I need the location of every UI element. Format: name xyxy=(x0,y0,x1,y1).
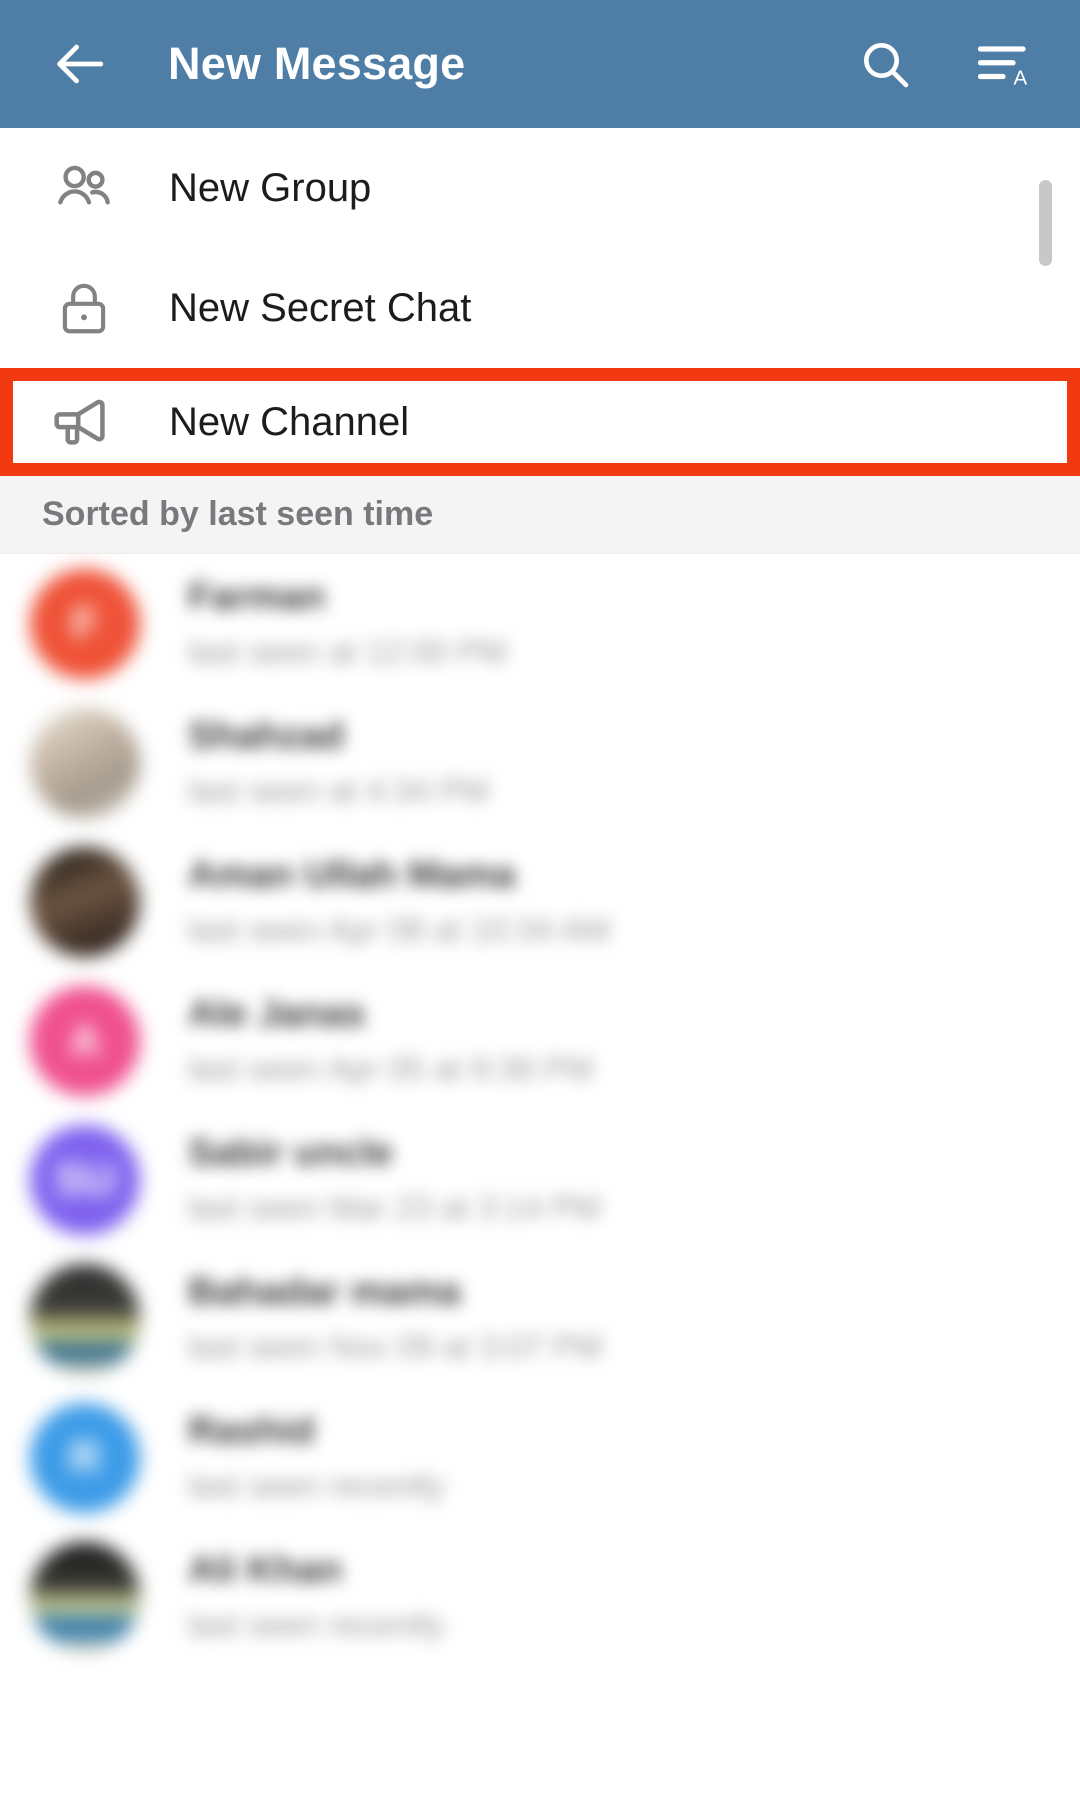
group-people-icon xyxy=(28,155,140,221)
contact-name: Ali Khan xyxy=(188,1549,343,1591)
scrollbar-thumb[interactable] xyxy=(1039,180,1052,266)
app-bar: New Message A xyxy=(0,0,1080,128)
contact-text: Bahadar mama last seen Nov 09 at 3:07 PM xyxy=(188,1271,603,1366)
option-label: New Group xyxy=(169,165,372,210)
contact-list[interactable]: F Farman last seen at 12:00 PM Shahzad last … xyxy=(0,554,1080,1666)
contact-text: Aman Ullah Mama last seen Apr 08 at 10:34… xyxy=(188,854,610,949)
contact-name: Bahadar mama xyxy=(188,1271,461,1313)
contact-name: Sabir uncle xyxy=(188,1132,393,1174)
contact-list-item[interactable]: Ali Khan last seen recently xyxy=(0,1527,1080,1666)
contact-list-item[interactable]: A Ale Janas last seen Apr 05 at 9:36 PM xyxy=(0,971,1080,1110)
contact-list-item[interactable]: Bahadar mama last seen Nov 09 at 3:07 PM xyxy=(0,1249,1080,1388)
avatar-initials: SU xyxy=(54,1154,116,1204)
contact-last-seen: last seen Apr 08 at 10:34 AM xyxy=(188,911,610,948)
contact-text: Ale Janas last seen Apr 05 at 9:36 PM xyxy=(188,993,593,1088)
contacts-section-header: Sorted by last seen time xyxy=(0,476,1080,554)
back-button[interactable] xyxy=(44,29,114,99)
contact-name: Farman xyxy=(188,576,326,618)
avatar xyxy=(30,846,140,957)
contact-list-item[interactable]: F Farman last seen at 12:00 PM xyxy=(0,554,1080,693)
avatar xyxy=(30,707,140,818)
contact-list-item[interactable]: SU Sabir uncle last seen Mar 23 at 3:14 PM xyxy=(0,1110,1080,1249)
avatar-initials: R xyxy=(69,1432,101,1482)
avatar xyxy=(30,1541,140,1652)
option-new-channel-highlight: New Channel xyxy=(0,368,1080,476)
page-title: New Message xyxy=(168,38,466,89)
contact-last-seen: last seen Apr 05 at 9:36 PM xyxy=(188,1050,594,1087)
contact-name: Shahzad xyxy=(188,715,345,757)
megaphone-icon xyxy=(29,388,141,456)
contact-name: Rashid xyxy=(188,1410,315,1452)
option-new-channel[interactable]: New Channel xyxy=(13,388,1067,456)
avatar: R xyxy=(30,1402,140,1513)
svg-text:A: A xyxy=(1014,67,1028,90)
avatar-initials: F xyxy=(71,598,99,648)
contact-text: Shahzad last seen at 4:34 PM xyxy=(188,715,489,810)
contact-name: Aman Ullah Mama xyxy=(188,854,516,896)
option-label: New Secret Chat xyxy=(169,285,472,330)
new-message-options: New Group New Secret Chat New Channel xyxy=(0,128,1080,476)
contact-list-item[interactable]: Aman Ullah Mama last seen Apr 08 at 10:34… xyxy=(0,832,1080,971)
lock-icon xyxy=(28,277,140,339)
contact-text: Sabir uncle last seen Mar 23 at 3:14 PM xyxy=(188,1132,601,1227)
contact-last-seen: last seen recently xyxy=(188,1606,445,1643)
back-arrow-icon xyxy=(57,44,104,84)
contact-text: Farman last seen at 12:00 PM xyxy=(188,576,507,671)
option-new-group[interactable]: New Group xyxy=(0,128,1080,248)
search-icon xyxy=(864,43,909,88)
contact-last-seen: last seen Mar 23 at 3:14 PM xyxy=(188,1189,601,1226)
contact-text: Rashid last seen recently xyxy=(188,1410,445,1505)
sort-alphabetically-icon: A xyxy=(977,46,1028,90)
contact-list-item[interactable]: R Rashid last seen recently xyxy=(0,1388,1080,1527)
avatar-initials: A xyxy=(69,1015,101,1065)
contact-name: Ale Janas xyxy=(188,993,366,1035)
section-header-label: Sorted by last seen time xyxy=(42,495,434,533)
contact-last-seen: last seen recently xyxy=(188,1467,445,1504)
contact-last-seen: last seen at 12:00 PM xyxy=(188,633,508,670)
avatar xyxy=(30,1263,140,1374)
contact-last-seen: last seen at 4:34 PM xyxy=(188,772,489,809)
avatar: SU xyxy=(30,1124,140,1235)
avatar: A xyxy=(30,985,140,1096)
contact-text: Ali Khan last seen recently xyxy=(188,1549,445,1644)
contact-list-item[interactable]: Shahzad last seen at 4:34 PM xyxy=(0,693,1080,832)
sort-button[interactable]: A xyxy=(964,25,1042,103)
search-button[interactable] xyxy=(846,25,924,103)
contact-last-seen: last seen Nov 09 at 3:07 PM xyxy=(188,1328,603,1365)
avatar: F xyxy=(30,568,140,679)
option-new-secret-chat[interactable]: New Secret Chat xyxy=(0,248,1080,368)
option-label: New Channel xyxy=(169,399,410,444)
